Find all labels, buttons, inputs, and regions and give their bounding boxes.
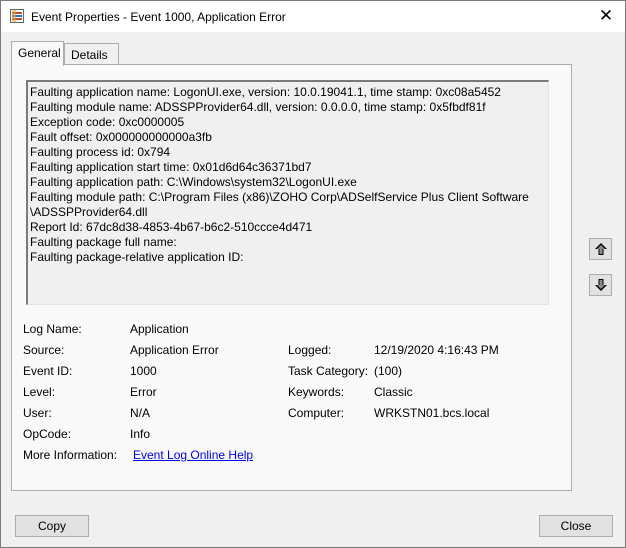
description-line: Faulting process id: 0x794 — [30, 145, 171, 159]
logged-label: Logged: — [288, 343, 332, 357]
general-panel: Faulting application name: LogonUI.exe, … — [11, 64, 572, 491]
user-label: User: — [23, 406, 52, 420]
description-line: Faulting module name: ADSSPProvider64.dl… — [30, 100, 486, 114]
event-log-online-help-link[interactable]: Event Log Online Help — [133, 448, 253, 462]
computer-value: WRKSTN01.bcs.local — [374, 406, 490, 420]
log-name-value: Application — [130, 322, 189, 336]
tab-general[interactable]: General — [11, 41, 64, 66]
task-category-value: (100) — [374, 364, 403, 378]
description-line: Exception code: 0xc0000005 — [30, 115, 185, 129]
close-icon[interactable]: ✕ — [597, 7, 615, 25]
log-name-label: Log Name: — [23, 322, 82, 336]
window-title: Event Properties - Event 1000, Applicati… — [31, 10, 286, 24]
event-viewer-icon — [10, 9, 24, 23]
arrow-up-icon — [595, 243, 607, 255]
next-event-button[interactable] — [589, 274, 612, 296]
description-line: Faulting application path: C:\Windows\sy… — [30, 175, 357, 189]
computer-label: Computer: — [288, 406, 345, 420]
opcode-label: OpCode: — [23, 427, 72, 441]
description-line: \ADSSPProvider64.dll — [30, 205, 148, 219]
description-line: Report Id: 67dc8d38-4853-4b67-b6c2-510cc… — [30, 220, 313, 234]
title-bar: Event Properties - Event 1000, Applicati… — [1, 1, 625, 32]
more-information-label: More Information: — [23, 448, 118, 462]
previous-event-button[interactable] — [589, 238, 612, 260]
opcode-value: Info — [130, 427, 151, 441]
description-line: Fault offset: 0x000000000000a3fb — [30, 130, 212, 144]
logged-value: 12/19/2020 4:16:43 PM — [374, 343, 499, 357]
description-line: Faulting application start time: 0x01d6d… — [30, 160, 312, 174]
description-line: Faulting application name: LogonUI.exe, … — [30, 85, 501, 99]
event-id-value: 1000 — [130, 364, 157, 378]
level-value: Error — [130, 385, 157, 399]
source-label: Source: — [23, 343, 65, 357]
close-button[interactable]: Close — [539, 515, 613, 537]
user-value: N/A — [130, 406, 151, 420]
event-properties-window: Event Properties - Event 1000, Applicati… — [0, 0, 626, 548]
description-line: Faulting module path: C:\Program Files (… — [30, 190, 529, 204]
event-id-label: Event ID: — [23, 364, 73, 378]
tab-details[interactable]: Details — [64, 43, 119, 65]
arrow-down-icon — [595, 279, 607, 291]
copy-button[interactable]: Copy — [15, 515, 89, 537]
task-category-label: Task Category: — [288, 364, 369, 378]
description-line: Faulting package-relative application ID… — [30, 250, 244, 264]
description-line: Faulting package full name: — [30, 235, 177, 249]
keywords-value: Classic — [374, 385, 413, 399]
level-label: Level: — [23, 385, 56, 399]
event-description-box[interactable]: Faulting application name: LogonUI.exe, … — [26, 80, 549, 305]
keywords-label: Keywords: — [288, 385, 345, 399]
source-value: Application Error — [130, 343, 219, 357]
